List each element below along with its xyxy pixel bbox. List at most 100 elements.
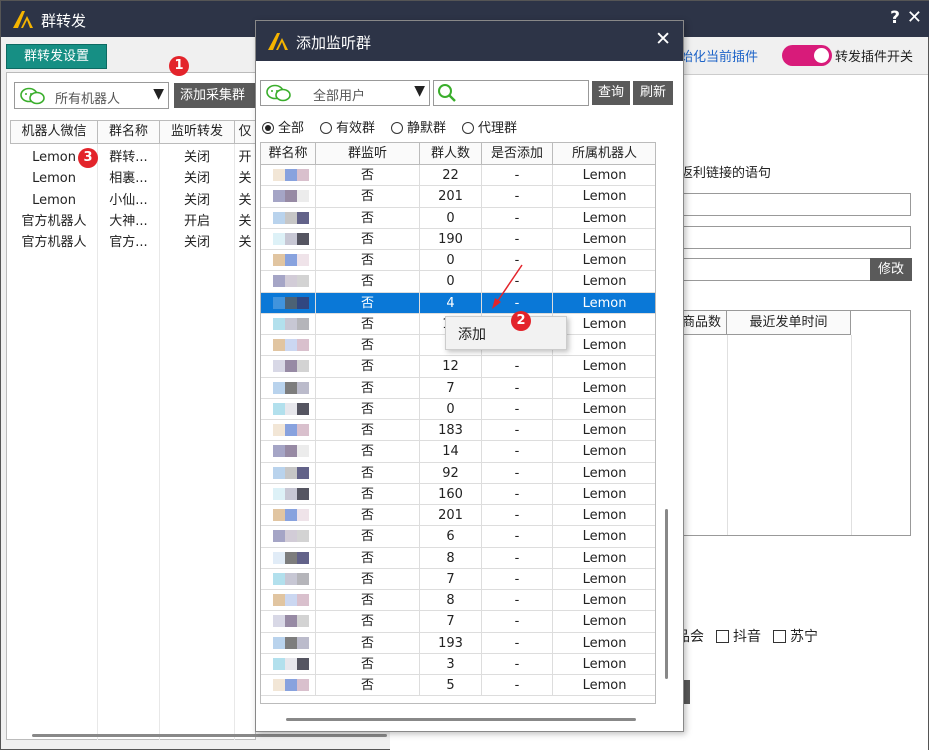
tab-group-forward-settings[interactable]: 群转发设置 [6,44,107,69]
table-row[interactable]: 否 22- Lemon [261,165,655,187]
table-cell-robot[interactable]: Lemon [553,420,655,441]
col-header-member-count[interactable]: 群人数 [420,143,482,165]
table-cell-added[interactable]: - [482,568,553,590]
table-cell-robot[interactable]: Lemon [553,314,655,335]
group-name-cell[interactable] [261,653,316,675]
table-row[interactable]: 否0-Lemon [261,271,655,293]
table-row[interactable]: 否 7- Lemon [261,568,655,590]
forward-plugin-toggle[interactable] [782,45,832,66]
group-name-cell[interactable] [261,165,316,186]
radio-button[interactable] [462,122,475,134]
table-cell-listen[interactable]: 否 [316,377,420,399]
table-cell-listen[interactable]: 否 [316,207,420,229]
table-cell-added[interactable]: - [482,632,553,654]
table-cell-robot[interactable]: Lemon [553,229,655,250]
table-cell-robot[interactable]: Lemon [553,208,655,229]
left-table-cell[interactable]: 关闭 [159,168,235,189]
table-cell-listen[interactable]: 否 [316,398,420,420]
table-cell-added[interactable]: - [482,611,553,633]
table-cell-listen[interactable]: 否 [316,547,420,569]
left-table-cell[interactable]: 开 [234,147,256,168]
edit-button[interactable]: 修改 [870,258,912,281]
group-name-cell[interactable] [261,675,316,696]
left-table-cell[interactable]: 关 [234,168,256,189]
group-name-cell[interactable] [261,632,316,654]
table-cell-added[interactable]: - [482,675,553,696]
table-cell-count[interactable]: 7 [420,568,482,590]
query-button[interactable]: 查询 [592,81,630,105]
table-cell-listen[interactable]: 否 [316,441,420,463]
radio-button[interactable] [262,122,274,134]
table-cell-added[interactable]: - [482,547,553,569]
table-cell-listen[interactable]: 否 [316,356,420,378]
table-cell-robot[interactable]: Lemon [553,356,655,377]
left-table-cell[interactable]: 关 [234,211,256,232]
table-row[interactable]: 否0-Lemon [261,398,655,420]
table-row[interactable]: 否 160- Lemon [261,483,655,505]
init-plugin-link[interactable]: 始化当前插件 [680,46,758,65]
filter-option[interactable]: 全部 [262,117,304,136]
table-cell-count[interactable]: 0 [420,207,482,229]
table-cell-robot[interactable]: Lemon [553,633,655,654]
table-cell-added[interactable]: - [482,165,553,186]
group-name-cell[interactable] [261,356,316,378]
group-name-cell[interactable] [261,271,316,293]
col-header-owner-robot[interactable]: 所属机器人 [553,143,655,165]
close-icon[interactable]: ✕ [655,28,671,50]
radio-button[interactable] [320,122,333,134]
table-cell-added[interactable]: - [482,207,553,229]
table-cell-robot[interactable]: Lemon [553,165,655,186]
table-cell-count[interactable]: 3 [420,653,482,675]
group-name-cell[interactable] [261,590,316,611]
table-cell-count[interactable]: 201 [420,186,482,208]
group-name-cell[interactable] [261,611,316,633]
table-row[interactable]: 否 4- Lemon [261,292,655,314]
table-cell-robot[interactable]: Lemon [553,526,655,547]
rebate-input-3[interactable] [676,258,872,281]
add-collect-group-button[interactable]: 添加采集群 [174,83,264,108]
radio-button[interactable] [391,122,404,134]
left-table-cell[interactable]: 开启 [159,211,235,232]
table-cell-added[interactable]: - [482,420,553,441]
table-row[interactable]: 否 183- Lemon [261,420,655,442]
col-header-group-name[interactable]: 群名称 [261,143,316,165]
table-cell-count[interactable]: 193 [420,632,482,654]
table-cell-count[interactable]: 201 [420,505,482,526]
table-cell-count[interactable]: 160 [420,483,482,505]
table-cell-added[interactable]: - [482,483,553,505]
table-cell-robot[interactable]: Lemon [553,271,655,292]
table-row[interactable]: 否 5- Lemon [261,675,655,697]
table-cell-count[interactable]: 8 [420,547,482,569]
left-table-cell[interactable]: 小仙... [97,190,160,211]
col-header-last-post[interactable]: 最近发单时间 [727,311,851,335]
group-name-cell[interactable] [261,420,316,441]
left-table-cell[interactable]: 大神... [97,211,160,232]
table-cell-robot[interactable]: Lemon [553,484,655,505]
table-cell-listen[interactable]: 否 [316,483,420,505]
table-cell-listen[interactable]: 否 [316,228,420,250]
table-cell-robot[interactable]: Lemon [553,186,655,207]
filter-option[interactable]: 静默群 [391,117,446,136]
checkbox-douyin[interactable] [716,630,729,643]
left-table-cell[interactable]: 官方机器人 [10,232,98,253]
table-cell-added[interactable]: - [482,398,553,420]
filter-option[interactable]: 有效群 [320,117,375,136]
table-cell-robot[interactable]: Lemon [553,611,655,632]
table-cell-robot[interactable]: Lemon [553,441,655,462]
table-cell-robot[interactable]: Lemon [553,463,655,484]
table-cell-listen[interactable]: 否 [316,632,420,654]
left-table-cell[interactable]: 相裏... [97,168,160,189]
robot-select[interactable]: 所有机器人 ▼ [14,82,169,109]
table-cell-robot[interactable]: Lemon [553,675,655,696]
table-cell-robot[interactable]: Lemon [553,590,655,611]
table-row[interactable]: 否 201- Lemon [261,186,655,208]
table-cell-listen[interactable]: 否 [316,335,420,356]
table-cell-added[interactable]: - [482,228,553,250]
col-header-listen-forward[interactable]: 监听转发 [159,120,235,144]
table-cell-listen[interactable]: 否 [316,568,420,590]
user-select[interactable]: 全部用户 ▼ [260,80,430,106]
table-cell-robot[interactable]: Lemon [553,293,655,314]
filter-option[interactable]: 代理群 [462,117,517,136]
search-input[interactable] [433,80,589,106]
table-cell-listen[interactable]: 否 [316,186,420,208]
